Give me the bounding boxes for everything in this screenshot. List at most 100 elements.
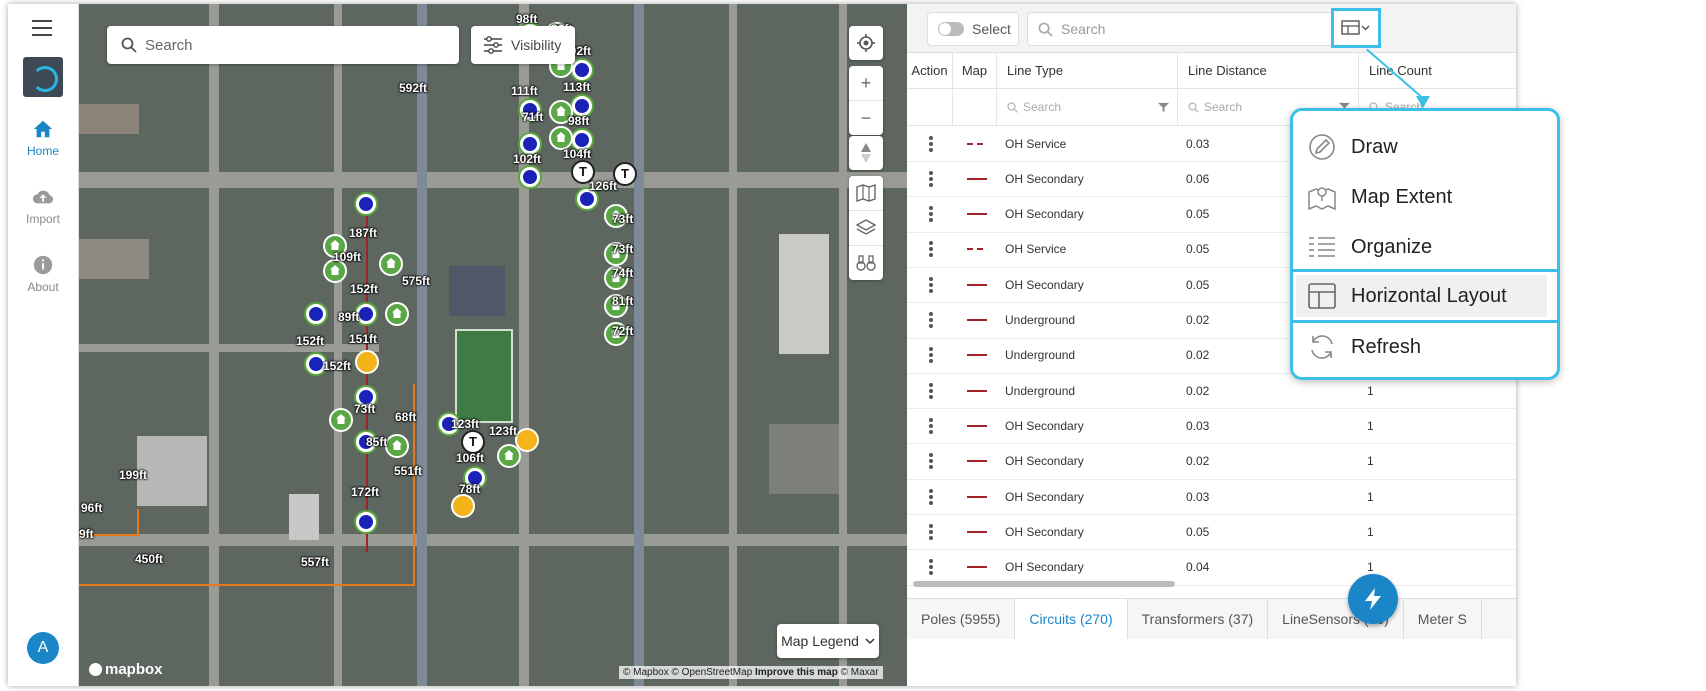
row-actions-icon[interactable] bbox=[929, 451, 933, 471]
row-actions-icon[interactable] bbox=[929, 310, 933, 330]
row-actions-icon[interactable] bbox=[929, 416, 933, 436]
binoculars-icon[interactable] bbox=[849, 246, 883, 280]
map-icon[interactable] bbox=[849, 176, 883, 211]
row-actions-icon[interactable] bbox=[929, 134, 933, 154]
nav-item-import[interactable]: Import bbox=[8, 186, 78, 226]
hamburger-menu-icon[interactable] bbox=[32, 20, 52, 41]
row-actions-icon[interactable] bbox=[929, 239, 933, 259]
zoom-in-icon[interactable]: + bbox=[849, 66, 883, 101]
house-marker[interactable] bbox=[329, 408, 353, 432]
visibility-button[interactable]: Visibility bbox=[471, 26, 575, 64]
house-marker[interactable] bbox=[385, 434, 409, 458]
attribution-mapbox-link[interactable]: © Mapbox bbox=[623, 667, 669, 678]
warning-marker[interactable] bbox=[355, 350, 379, 374]
line-style-icon[interactable] bbox=[967, 460, 987, 463]
locate-control[interactable] bbox=[849, 26, 883, 60]
avatar[interactable]: A bbox=[27, 632, 59, 664]
visibility-button-label: Visibility bbox=[511, 37, 562, 53]
pole-marker[interactable] bbox=[306, 304, 326, 324]
attribution-osm-link[interactable]: © OpenStreetMap bbox=[672, 667, 753, 678]
refresh-icon bbox=[1311, 335, 1333, 359]
row-actions-icon[interactable] bbox=[929, 522, 933, 542]
pole-marker[interactable] bbox=[520, 134, 540, 154]
line-style-icon[interactable] bbox=[967, 248, 987, 251]
distance-label: 152ft bbox=[323, 359, 352, 373]
line-style-icon[interactable] bbox=[967, 283, 987, 286]
line-type-filter[interactable]: Search bbox=[997, 89, 1178, 125]
pole-marker[interactable] bbox=[520, 167, 540, 187]
line-style-icon[interactable] bbox=[967, 495, 987, 498]
tab-poles[interactable]: Poles (5955) bbox=[907, 599, 1016, 639]
cloud-upload-icon bbox=[32, 190, 54, 204]
menu-item-organize[interactable]: Organize bbox=[1293, 223, 1557, 271]
horizontal-scrollbar[interactable] bbox=[913, 581, 1175, 587]
line-style-icon[interactable] bbox=[967, 424, 987, 427]
pole-marker[interactable] bbox=[572, 96, 592, 116]
tab-transformers[interactable]: Transformers (37) bbox=[1128, 599, 1269, 639]
callout-arrowhead bbox=[1416, 96, 1430, 108]
menu-item-draw[interactable]: Draw bbox=[1293, 123, 1557, 171]
distance-label: 74ft bbox=[612, 266, 634, 280]
row-actions-icon[interactable] bbox=[929, 345, 933, 365]
column-header-line-type[interactable]: Line Type bbox=[997, 52, 1178, 88]
sliders-icon bbox=[484, 36, 502, 54]
filter-icon[interactable] bbox=[1158, 102, 1169, 113]
select-toggle[interactable]: Select bbox=[927, 12, 1019, 46]
row-actions-icon[interactable] bbox=[929, 275, 933, 295]
line-style-icon[interactable] bbox=[967, 177, 987, 180]
line-style-icon[interactable] bbox=[967, 213, 987, 216]
row-actions-icon[interactable] bbox=[929, 557, 933, 577]
map-attribution: © Mapbox © OpenStreetMap Improve this ma… bbox=[619, 666, 883, 679]
column-header-line-distance[interactable]: Line Distance bbox=[1178, 52, 1359, 88]
house-marker[interactable] bbox=[385, 302, 409, 326]
map-legend-button[interactable]: Map Legend bbox=[777, 624, 879, 658]
row-actions-icon[interactable] bbox=[929, 169, 933, 189]
table-row[interactable]: OH Secondary 0.05 1 bbox=[907, 514, 1516, 551]
column-header-line-count[interactable]: Line Count bbox=[1359, 52, 1516, 88]
quick-action-button[interactable] bbox=[1348, 574, 1398, 624]
distance-label: 123ft bbox=[451, 417, 480, 431]
row-actions-icon[interactable] bbox=[929, 487, 933, 507]
map-search-input[interactable]: Search bbox=[107, 26, 459, 64]
nav-item-home[interactable]: Home bbox=[8, 118, 78, 158]
table-search-input[interactable]: Search bbox=[1027, 12, 1373, 46]
cell-line-type: OH Secondary bbox=[1005, 524, 1084, 539]
house-marker[interactable] bbox=[379, 252, 403, 276]
tab-circuits[interactable]: Circuits (270) bbox=[1015, 599, 1128, 639]
line-style-icon[interactable] bbox=[967, 354, 987, 357]
row-actions-icon[interactable] bbox=[929, 204, 933, 224]
row-actions-icon[interactable] bbox=[929, 381, 933, 401]
line-style-icon[interactable] bbox=[967, 142, 987, 145]
line-style-icon[interactable] bbox=[967, 389, 987, 392]
table-row[interactable]: OH Secondary 0.03 1 bbox=[907, 479, 1516, 515]
nav-item-about[interactable]: About bbox=[8, 254, 78, 294]
pole-marker[interactable] bbox=[572, 60, 592, 80]
column-header-map[interactable]: Map bbox=[953, 52, 997, 88]
warning-marker[interactable] bbox=[451, 494, 475, 518]
table-row[interactable]: OH Secondary 0.02 1 bbox=[907, 444, 1516, 480]
attribution-maxar-link[interactable]: © Maxar bbox=[841, 667, 879, 678]
search-icon bbox=[1188, 101, 1199, 113]
toggle-switch[interactable] bbox=[938, 22, 964, 36]
pole-marker[interactable] bbox=[356, 512, 376, 532]
line-style-icon[interactable] bbox=[967, 566, 987, 569]
layout-menu-button[interactable] bbox=[1331, 8, 1381, 48]
table-row[interactable]: OH Secondary 0.03 1 bbox=[907, 408, 1516, 445]
warning-marker[interactable] bbox=[515, 428, 539, 452]
map-view[interactable]: T T T 98ft 86ft 102ft 592ft 111ft 113ft … bbox=[79, 4, 907, 686]
menu-item-horizontal-layout[interactable]: Horizontal Layout bbox=[1290, 269, 1560, 323]
improve-map-link[interactable]: Improve this map bbox=[755, 667, 838, 678]
menu-item-refresh[interactable]: Refresh bbox=[1293, 323, 1557, 371]
compass-icon[interactable] bbox=[849, 136, 883, 170]
layers-icon[interactable] bbox=[849, 211, 883, 246]
compass-control[interactable] bbox=[849, 136, 883, 170]
locate-icon[interactable] bbox=[849, 26, 883, 60]
line-style-icon[interactable] bbox=[967, 530, 987, 533]
distance-label: 592ft bbox=[399, 81, 428, 95]
column-header-action[interactable]: Action bbox=[907, 52, 953, 88]
line-style-icon[interactable] bbox=[967, 319, 987, 321]
zoom-out-icon[interactable]: − bbox=[849, 101, 883, 135]
pole-marker[interactable] bbox=[356, 194, 376, 214]
tab-meter[interactable]: Meter S bbox=[1404, 599, 1482, 639]
menu-item-map-extent[interactable]: Map Extent bbox=[1293, 173, 1557, 221]
